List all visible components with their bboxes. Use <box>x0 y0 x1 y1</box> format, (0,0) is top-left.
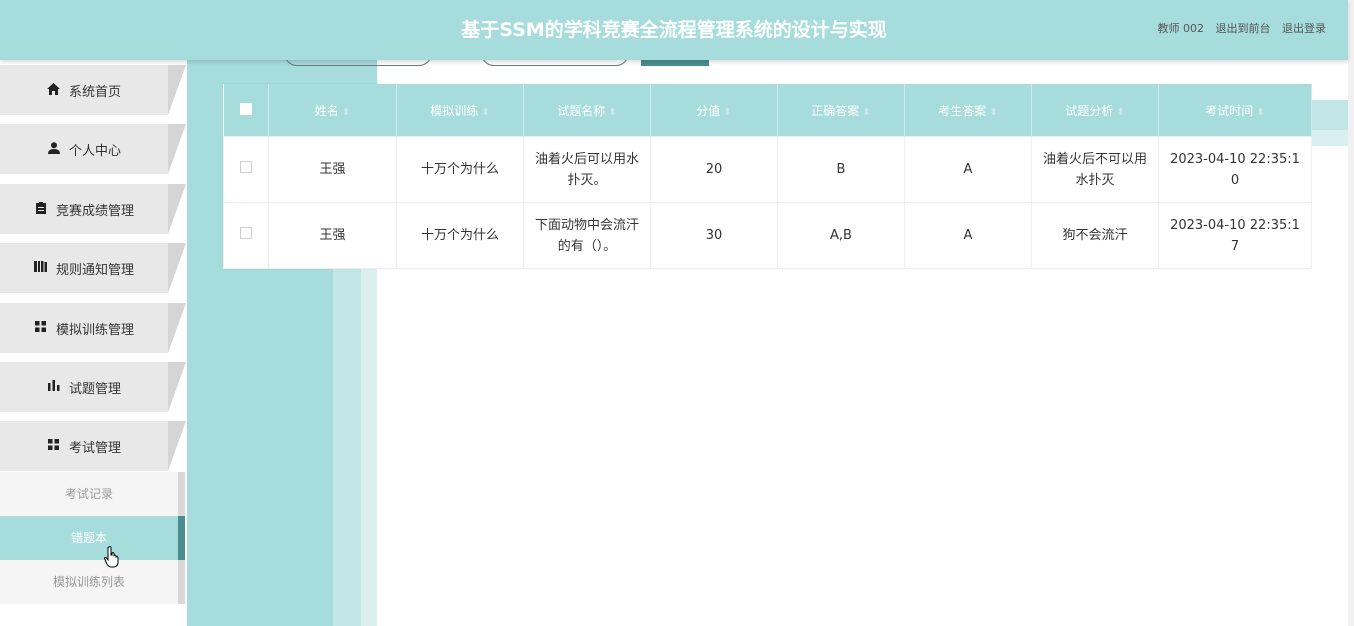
menu-fold-decor <box>168 362 186 412</box>
logout-link[interactable]: 退出登录 <box>1282 22 1326 35</box>
row-select-cell[interactable] <box>223 136 269 203</box>
header-links: 教师 002 退出到前台 退出登录 <box>1150 20 1327 36</box>
menu-fold-decor <box>168 421 186 471</box>
sidebar-item-training[interactable]: 模拟训练管理 <box>0 303 186 353</box>
decor-stripe <box>333 265 361 626</box>
sidebar-item-profile[interactable]: 个人中心 <box>0 124 186 174</box>
table-row[interactable]: 王强 十万个为什么 油着火后可以用水扑灭。 20 B A 油着火后不可以用水扑灭… <box>223 136 1312 203</box>
sidebar-item-label: 个人中心 <box>68 143 121 159</box>
grid-icon <box>47 439 61 453</box>
table-cell: A,B <box>777 202 905 269</box>
column-header[interactable]: 考试时间 ⬍ <box>1158 84 1312 137</box>
menu-fold-decor <box>168 124 186 174</box>
app-title: 基于SSM的学科竞赛全流程管理系统的设计与实现 <box>461 19 887 41</box>
row-checkbox[interactable] <box>240 227 252 239</box>
table-cell: A <box>904 136 1032 203</box>
column-header[interactable]: 分值 ⬍ <box>650 84 778 137</box>
table-cell: 2023-04-10 22:35:10 <box>1158 136 1312 203</box>
submenu-item-training-list[interactable]: 模拟训练列表 <box>0 560 178 604</box>
home-icon <box>47 82 61 98</box>
table-header-row: 姓名 ⬍ 模拟训练 ⬍ 试题名称 ⬍ 分值 ⬍ 正确答案 ⬍ 考生答案 ⬍ 试题分析 ⬍ 考试… <box>223 84 1312 137</box>
table-cell: 30 <box>650 202 778 269</box>
user-icon <box>47 141 61 157</box>
table-cell: B <box>777 136 905 203</box>
grid-icon <box>34 321 48 335</box>
sidebar-item-exam[interactable]: 考试管理 <box>0 421 186 471</box>
column-header[interactable]: 模拟训练 ⬍ <box>396 84 524 137</box>
table-cell: 十万个为什么 <box>396 136 524 203</box>
submenu-edge-active <box>178 516 185 560</box>
submenu-edge <box>178 560 185 604</box>
sidebar-item-label: 系统首页 <box>68 84 121 100</box>
table-cell: 20 <box>650 136 778 203</box>
sort-icon[interactable]: ⬍ <box>1116 107 1124 118</box>
column-header[interactable]: 姓名 ⬍ <box>268 84 397 137</box>
submenu-edge <box>178 472 185 516</box>
column-header[interactable]: 正确答案 ⬍ <box>777 84 905 137</box>
decor-stripe <box>361 265 377 626</box>
sidebar-item-home[interactable]: 系统首页 <box>0 65 186 115</box>
table-cell: 王强 <box>268 202 397 269</box>
sort-icon[interactable]: ⬍ <box>608 107 616 118</box>
top-header: 基于SSM的学科竞赛全流程管理系统的设计与实现 教师 002 退出到前台 退出登… <box>0 0 1348 60</box>
sidebar-item-notice[interactable]: 规则通知管理 <box>0 243 186 293</box>
sort-icon[interactable]: ⬍ <box>1256 107 1264 118</box>
exam-submenu: 考试记录 错题本 模拟训练列表 <box>0 472 186 608</box>
clipboard-icon <box>34 201 48 217</box>
table-cell: 下面动物中会流汗的有（）。 <box>523 202 651 269</box>
sidebar-item-label: 模拟训练管理 <box>55 322 134 338</box>
sort-icon[interactable]: ⬍ <box>862 107 870 118</box>
submenu-item-wrong-book[interactable]: 错题本 <box>0 516 178 560</box>
sort-icon[interactable]: ⬍ <box>481 107 489 118</box>
submenu-item-exam-records[interactable]: 考试记录 <box>0 472 178 516</box>
table-cell: 2023-04-10 22:35:17 <box>1158 202 1312 269</box>
select-all-header[interactable] <box>223 84 269 137</box>
row-checkbox[interactable] <box>240 161 252 173</box>
table-cell: A <box>904 202 1032 269</box>
row-select-cell[interactable] <box>223 202 269 269</box>
column-header[interactable]: 试题分析 ⬍ <box>1031 84 1159 137</box>
book-icon <box>34 261 48 275</box>
column-header[interactable]: 试题名称 ⬍ <box>523 84 651 137</box>
select-all-checkbox[interactable] <box>239 102 252 115</box>
menu-fold-decor <box>168 65 186 115</box>
menu-fold-decor <box>168 184 186 234</box>
table-cell: 王强 <box>268 136 397 203</box>
current-user: 教师 002 <box>1157 22 1205 35</box>
sidebar-item-label: 规则通知管理 <box>55 262 134 278</box>
back-to-front-link[interactable]: 退出到前台 <box>1216 22 1271 35</box>
sort-icon[interactable]: ⬍ <box>989 107 997 118</box>
table-cell: 油着火后可以用水扑灭。 <box>523 136 651 203</box>
table-cell: 狗不会流汗 <box>1031 202 1159 269</box>
table-cell: 十万个为什么 <box>396 202 524 269</box>
sidebar-item-label: 竞赛成绩管理 <box>55 203 134 219</box>
sidebar-item-label: 考试管理 <box>68 440 121 456</box>
sidebar-item-label: 试题管理 <box>68 381 121 397</box>
sidebar-item-questions[interactable]: 试题管理 <box>0 362 186 412</box>
bar-chart-icon <box>47 380 61 394</box>
menu-fold-decor <box>168 243 186 293</box>
sort-icon[interactable]: ⬍ <box>342 107 350 118</box>
hand-cursor-icon <box>103 546 120 573</box>
table-row[interactable]: 王强 十万个为什么 下面动物中会流汗的有（）。 30 A,B A 狗不会流汗 2… <box>223 202 1312 269</box>
column-header[interactable]: 考生答案 ⬍ <box>904 84 1032 137</box>
wrong-answers-table: 姓名 ⬍ 模拟训练 ⬍ 试题名称 ⬍ 分值 ⬍ 正确答案 ⬍ 考生答案 ⬍ 试题分析 ⬍ 考试… <box>223 84 1312 269</box>
menu-fold-decor <box>168 303 186 353</box>
sidebar-item-score[interactable]: 竞赛成绩管理 <box>0 184 186 234</box>
table-cell: 油着火后不可以用水扑灭 <box>1031 136 1159 203</box>
sort-icon[interactable]: ⬍ <box>723 107 731 118</box>
page-scrollbar[interactable] <box>1348 0 1354 626</box>
